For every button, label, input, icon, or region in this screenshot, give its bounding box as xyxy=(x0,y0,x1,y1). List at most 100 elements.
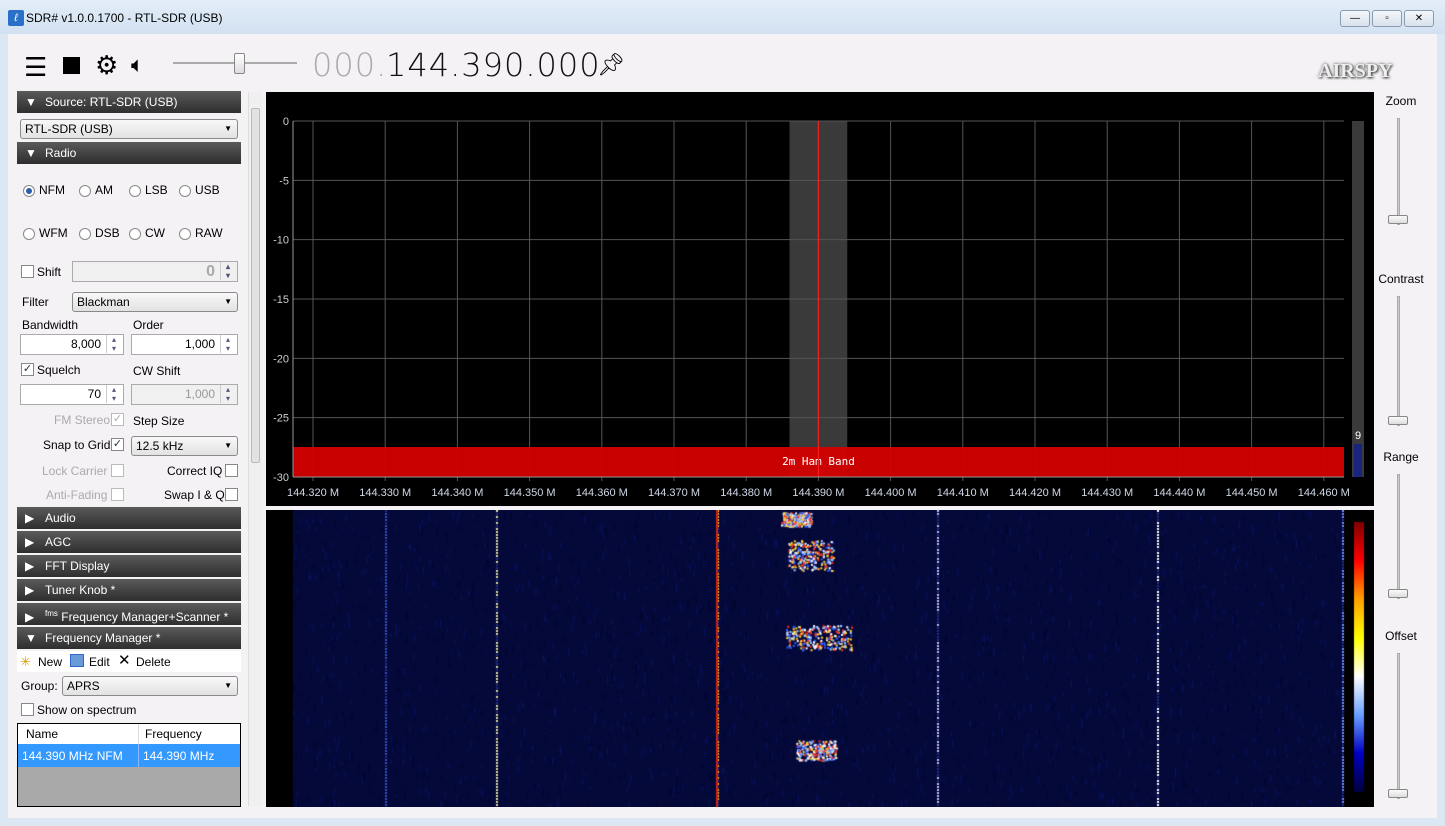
squelch-input[interactable]: 70 xyxy=(20,384,124,405)
radio-button[interactable] xyxy=(79,185,91,197)
shift-input[interactable]: 0 xyxy=(72,261,238,282)
range-slider[interactable] xyxy=(1397,474,1400,599)
correct-iq-checkbox[interactable] xyxy=(225,464,238,477)
edit-icon[interactable] xyxy=(70,654,84,667)
panel-header-4[interactable]: ▶ fms Frequency Manager+Scanner * xyxy=(17,603,241,625)
anti-fading-checkbox[interactable] xyxy=(111,488,124,501)
waterfall-display[interactable] xyxy=(266,510,1374,807)
mode-radio-raw[interactable]: RAW xyxy=(179,226,223,240)
stop-icon[interactable] xyxy=(63,57,80,74)
snap-to-grid-checkbox[interactable]: ✓ xyxy=(111,438,124,451)
fms-prefix: fms xyxy=(45,609,58,618)
mode-radio-nfm[interactable]: NFM xyxy=(23,183,65,197)
frequency-manager-header[interactable]: ▼ Frequency Manager * xyxy=(17,627,241,649)
delete-icon[interactable]: ✕ xyxy=(118,651,131,669)
x-tick-label: 144.340 M xyxy=(431,487,483,499)
zoom-slider[interactable] xyxy=(1397,118,1400,225)
volume-thumb[interactable] xyxy=(234,53,245,74)
mode-radio-dsb[interactable]: DSB xyxy=(79,226,120,240)
maximize-button[interactable]: ▫ xyxy=(1372,10,1402,27)
filter-select[interactable]: Blackman xyxy=(72,292,238,312)
delete-button[interactable]: Delete xyxy=(136,655,171,669)
panel-header-0[interactable]: ▶ Audio xyxy=(17,507,241,529)
left-panel-scrollbar[interactable] xyxy=(248,92,262,806)
table-row[interactable]: 144.390 MHz NFM 144.390 MHz xyxy=(18,744,240,767)
x-tick-label: 144.450 M xyxy=(1226,487,1278,499)
cw-shift-input[interactable]: 1,000 xyxy=(131,384,238,405)
mode-radio-cw[interactable]: CW xyxy=(129,226,165,240)
snr-meter-fill xyxy=(1354,444,1362,477)
panel-header-label: Audio xyxy=(45,511,76,525)
edit-button[interactable]: Edit xyxy=(89,655,110,669)
x-tick-label: 144.460 M xyxy=(1298,487,1350,499)
range-slider-thumb[interactable] xyxy=(1388,589,1408,598)
panel-header-label: FFT Display xyxy=(45,559,109,573)
mode-label: CW xyxy=(145,226,165,240)
mode-label: NFM xyxy=(39,183,65,197)
shift-checkbox[interactable] xyxy=(21,265,34,278)
squelch-checkbox[interactable]: ✓ xyxy=(21,363,34,376)
y-tick-label: -5 xyxy=(279,175,289,187)
radio-button[interactable] xyxy=(23,185,35,197)
radio-button[interactable] xyxy=(129,228,141,240)
column-header-name[interactable]: Name xyxy=(18,724,139,744)
mode-radio-usb[interactable]: USB xyxy=(179,183,220,197)
offset-slider[interactable] xyxy=(1397,653,1400,799)
show-on-spectrum-checkbox[interactable] xyxy=(21,703,34,716)
row-name: 144.390 MHz NFM xyxy=(18,744,139,767)
fm-stereo-label: FM Stereo xyxy=(54,413,110,427)
show-on-spectrum-label: Show on spectrum xyxy=(37,703,136,717)
mode-label: DSB xyxy=(95,226,120,240)
panel-header-3[interactable]: ▶ Tuner Knob * xyxy=(17,579,241,601)
radio-button[interactable] xyxy=(129,185,141,197)
x-tick-label: 144.410 M xyxy=(937,487,989,499)
x-tick-label: 144.390 M xyxy=(792,487,844,499)
step-size-label: Step Size xyxy=(133,414,184,428)
new-button[interactable]: New xyxy=(38,655,62,669)
column-header-frequency[interactable]: Frequency xyxy=(139,724,240,744)
radio-button[interactable] xyxy=(79,228,91,240)
snap-to-grid-label: Snap to Grid xyxy=(43,438,110,452)
offset-slider-thumb[interactable] xyxy=(1388,789,1408,798)
x-tick-label: 144.320 M xyxy=(287,487,339,499)
spectrum-analyzer[interactable]: 9 0 -5 -10 -15 -20 -25 -30 144.320 M 144.330 M 144… xyxy=(266,92,1374,506)
panel-header-label: Frequency Manager+Scanner * xyxy=(61,610,228,624)
contrast-slider[interactable] xyxy=(1397,296,1400,426)
minimize-button[interactable]: — xyxy=(1340,10,1370,27)
gear-icon[interactable]: ⚙ xyxy=(95,50,118,81)
swap-iq-checkbox[interactable] xyxy=(225,488,238,501)
source-header[interactable]: ▼ Source: RTL-SDR (USB) xyxy=(17,91,241,113)
bandwidth-label: Bandwidth xyxy=(22,318,78,332)
pin-icon[interactable]: 📌︎ xyxy=(597,52,625,78)
zoom-label: Zoom xyxy=(1371,94,1431,108)
radio-button[interactable] xyxy=(179,228,191,240)
order-input[interactable]: 1,000 xyxy=(131,334,238,355)
close-button[interactable]: ✕ xyxy=(1404,10,1434,27)
frequency-prefix[interactable]: 000. xyxy=(312,46,387,84)
lock-carrier-checkbox[interactable] xyxy=(111,464,124,477)
radio-button[interactable] xyxy=(23,228,35,240)
panel-header-label: AGC xyxy=(45,535,71,549)
fm-stereo-checkbox[interactable]: ✓ xyxy=(111,413,124,426)
x-tick-label: 144.350 M xyxy=(504,487,556,499)
mode-radio-wfm[interactable]: WFM xyxy=(23,226,68,240)
step-size-select[interactable]: 12.5 kHz xyxy=(131,436,238,456)
radio-button[interactable] xyxy=(179,185,191,197)
source-select[interactable]: RTL-SDR (USB) xyxy=(20,119,238,139)
panel-header-1[interactable]: ▶ AGC xyxy=(17,531,241,553)
contrast-slider-thumb[interactable] xyxy=(1388,416,1408,425)
panel-header-2[interactable]: ▶ FFT Display xyxy=(17,555,241,577)
bandwidth-input[interactable]: 8,000 xyxy=(20,334,124,355)
mode-label: AM xyxy=(95,183,113,197)
radio-header[interactable]: ▼ Radio xyxy=(17,142,241,164)
frequency-display[interactable]: 144.390.000 xyxy=(386,46,601,84)
mode-radio-am[interactable]: AM xyxy=(79,183,113,197)
new-icon[interactable]: ✳ xyxy=(20,654,31,670)
mode-radio-lsb[interactable]: LSB xyxy=(129,183,168,197)
x-tick-label: 144.430 M xyxy=(1081,487,1133,499)
menu-icon[interactable]: ☰ xyxy=(24,52,47,83)
zoom-slider-thumb[interactable] xyxy=(1388,215,1408,224)
offset-label: Offset xyxy=(1371,629,1431,643)
speaker-icon[interactable]: 🔈︎ xyxy=(131,52,144,78)
group-select[interactable]: APRS xyxy=(62,676,238,696)
